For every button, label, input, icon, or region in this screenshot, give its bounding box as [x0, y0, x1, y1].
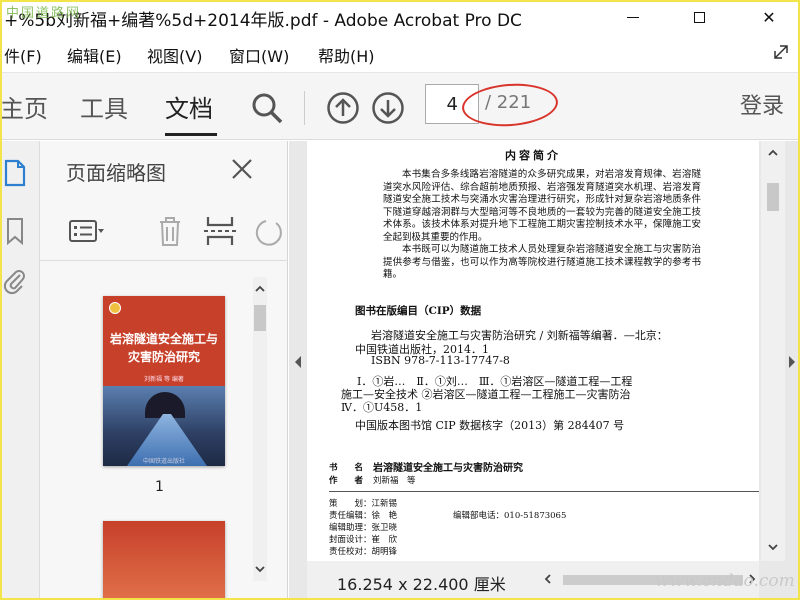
page-thumbnail-2[interactable] — [103, 521, 225, 600]
expand-icon[interactable] — [772, 43, 790, 61]
intro-text-2: 本书既可以为隧道施工技术人员处理复杂岩溶隧道安全施工与灾害防治提供参考与借鉴，也… — [383, 244, 701, 280]
cip-line-6: Ⅳ．①U458．1 — [341, 401, 423, 414]
bookmark-icon[interactable] — [2, 217, 28, 245]
tab-document[interactable]: 文档 — [165, 89, 213, 124]
menu-window[interactable]: 窗口(W) — [229, 43, 289, 67]
editor-phone-line: 编辑部电话：010-51873065 — [453, 511, 567, 521]
planner-line: 策 划：江新锡 — [329, 499, 398, 509]
next-page-icon[interactable] — [371, 91, 405, 125]
book-title-value: 岩溶隧道安全施工与灾害防治研究 — [373, 463, 523, 474]
thumbnails-panel: 页面缩略图 岩溶隧道安全施工与 灾害防治研究 刘新福 等 编著 中国铁道出版社 … — [40, 141, 288, 600]
toolbar-separator — [304, 91, 305, 125]
intro-paragraph: 本书集合多条线路岩溶隧道的众多研究成果，对岩溶发育规律、岩溶隧道突水风险评估、综… — [383, 169, 701, 282]
watermark-top-left: 中国道路网 — [6, 6, 82, 21]
page-heading: 内容简介 — [505, 149, 561, 162]
menu-view[interactable]: 视图(V) — [147, 43, 202, 67]
tab-tools[interactable]: 工具 — [80, 89, 128, 124]
cover-title-line2: 灾害防治研究 — [127, 350, 200, 364]
editor-line: 责任编辑：徐 艳 — [329, 511, 398, 521]
thumbnails-toolbar — [40, 201, 288, 261]
toolbar: 主页 工具 文档 — [0, 72, 800, 140]
scroll-down-icon[interactable] — [254, 563, 266, 575]
page-dimensions: 16.254 x 22.400 厘米 — [337, 575, 506, 594]
scroll-left-icon[interactable] — [543, 573, 553, 585]
cover-authors: 刘新福 等 编著 — [144, 376, 184, 383]
page-rule — [329, 491, 759, 492]
rotate-page-icon[interactable] — [252, 213, 288, 249]
author-label: 作 者 — [329, 476, 364, 486]
window-title: +%5b刘新福+编著%5d+2014年版.pdf - Adobe Acrobat… — [4, 11, 522, 31]
right-panel-toggle-icon[interactable] — [787, 355, 797, 369]
left-panel-toggle-icon[interactable] — [293, 355, 303, 369]
maximize-icon — [693, 11, 705, 23]
cover-design-line: 封面设计：崔 欣 — [329, 535, 398, 545]
book-title-label: 书 名 — [329, 463, 364, 473]
menu-file[interactable]: 件(F) — [4, 43, 42, 67]
page-thumbnails-icon[interactable] — [2, 159, 28, 187]
cip-line-7: 中国版本图书馆 CIP 数据核字（2013）第 284407 号 — [355, 419, 625, 432]
scroll-up-icon[interactable] — [254, 283, 266, 295]
watermark-bottom-right: www.cndao.com — [655, 571, 795, 591]
proofread-line: 责任校对：胡明锋 — [329, 547, 398, 557]
previous-page-icon[interactable] — [326, 91, 360, 125]
close-button[interactable]: ✕ — [746, 0, 792, 34]
author-value: 刘新福 等 — [373, 476, 416, 486]
tab-home[interactable]: 主页 — [0, 89, 48, 124]
search-icon[interactable] — [250, 91, 284, 125]
page-thumbnail-1-label: 1 — [155, 479, 164, 495]
maximize-button[interactable] — [676, 0, 722, 34]
document-page: 内容简介 本书集合多条线路岩溶隧道的众多研究成果，对岩溶发育规律、岩溶隧道突水风… — [307, 141, 759, 561]
document-vertical-scrollbar[interactable] — [761, 141, 785, 561]
document-area: 内容简介 本书集合多条线路岩溶隧道的众多研究成果，对岩溶发育规律、岩溶隧道突水风… — [289, 141, 800, 600]
page-thumbnail-1[interactable]: 岩溶隧道安全施工与 灾害防治研究 刘新福 等 编著 中国铁道出版社 — [103, 296, 225, 466]
delete-page-icon[interactable] — [152, 213, 188, 249]
close-icon: ✕ — [762, 7, 776, 27]
intro-text-1: 本书集合多条线路岩溶隧道的众多研究成果，对岩溶发育规律、岩溶隧道突水风险评估、综… — [383, 169, 701, 243]
publisher-logo-icon — [109, 302, 121, 314]
title-bar: +%5b刘新福+编著%5d+2014年版.pdf - Adobe Acrobat… — [0, 0, 800, 34]
thumbnail-options-icon[interactable] — [68, 213, 104, 249]
cover-title-line1: 岩溶隧道安全施工与 — [109, 332, 218, 346]
cip-heading: 图书在版编目（CIP）数据 — [355, 305, 482, 317]
thumbnails-panel-title: 页面缩略图 — [66, 161, 166, 185]
doc-scroll-down-icon[interactable] — [767, 541, 779, 553]
menu-help[interactable]: 帮助(H) — [318, 43, 375, 67]
cip-line-3: ISBN 978-7-113-17747-8 — [371, 354, 510, 367]
cover-publisher: 中国铁道出版社 — [142, 458, 185, 465]
left-navigation-pane — [0, 141, 40, 600]
assistant-line: 编辑助理：张卫晓 — [329, 523, 398, 533]
active-tab-indicator — [165, 133, 217, 136]
close-panel-icon[interactable] — [228, 155, 256, 183]
menu-bar: 件(F) 编辑(E) 视图(V) 窗口(W) 帮助(H) — [0, 34, 800, 72]
attachment-icon[interactable] — [2, 267, 28, 295]
login-button[interactable]: 登录 — [740, 88, 784, 120]
menu-edit[interactable]: 编辑(E) — [67, 43, 122, 67]
minimize-icon — [627, 16, 639, 18]
thumbnails-scroll-thumb[interactable] — [254, 305, 266, 331]
doc-scroll-up-icon[interactable] — [767, 147, 779, 159]
document-scroll-thumb[interactable] — [767, 183, 779, 211]
thumbnails-scrollbar[interactable] — [253, 277, 267, 581]
minimize-button[interactable] — [610, 0, 656, 34]
extract-pages-icon[interactable] — [202, 213, 238, 249]
